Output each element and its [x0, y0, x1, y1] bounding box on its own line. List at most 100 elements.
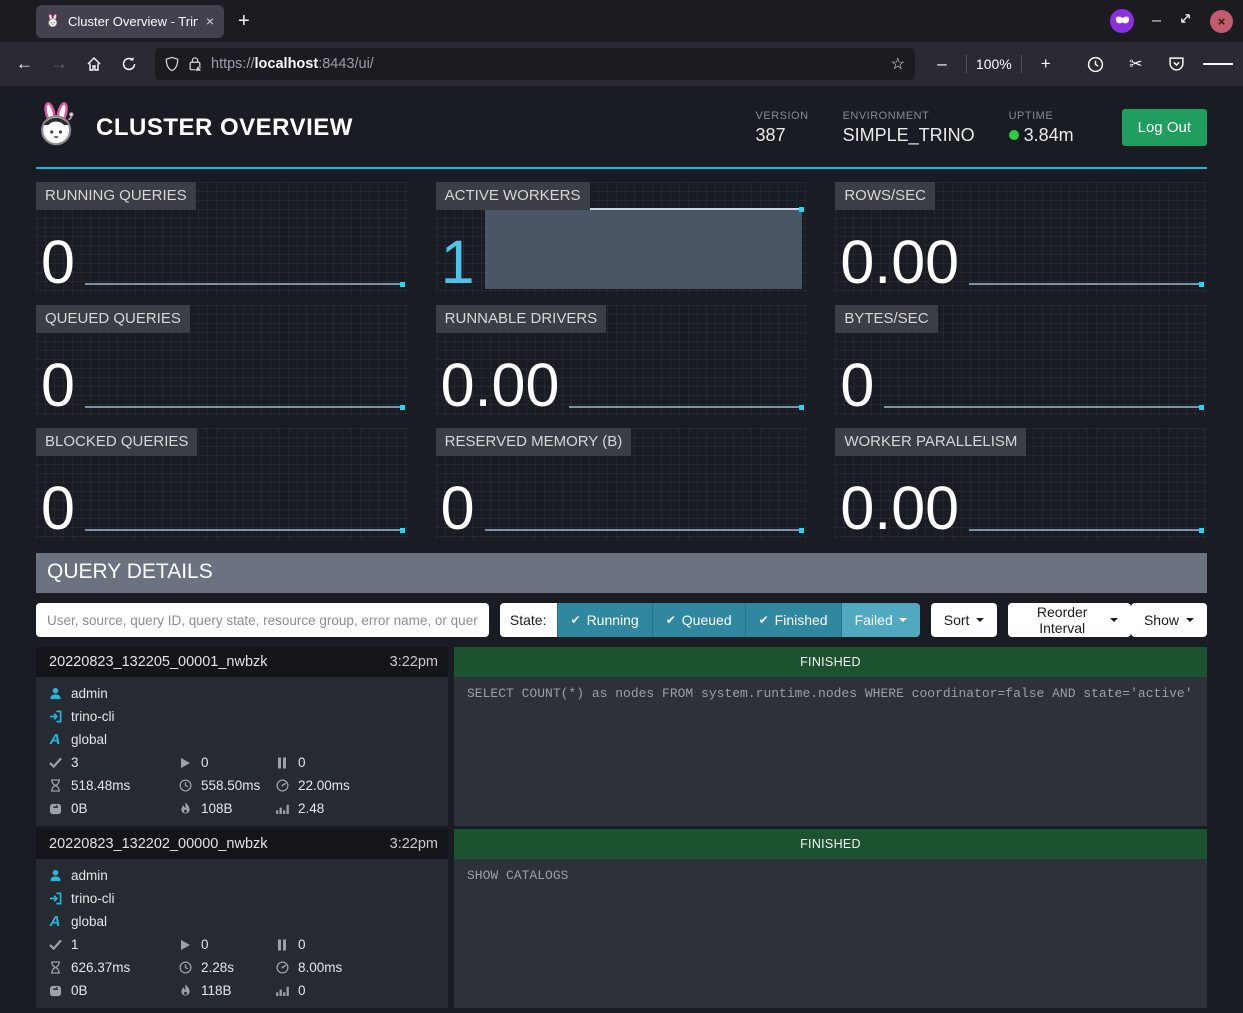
browser-tab[interactable]: Cluster Overview - Trino × — [36, 5, 224, 38]
state-button-label: Failed — [855, 612, 893, 628]
shield-icon[interactable] — [165, 56, 179, 72]
sort-dropdown[interactable]: Sort — [931, 603, 998, 637]
query-row: 20220823_132205_00001_nwbzk 3:22pm FINIS… — [36, 647, 1207, 826]
cpu-time: 22.00ms — [298, 778, 350, 793]
metric-value: 1 — [441, 234, 485, 290]
state-button-label: Finished — [775, 612, 828, 628]
version-value: 387 — [756, 125, 809, 146]
current-memory-icon — [48, 803, 62, 815]
state-filter-queued[interactable]: ✔ Queued — [652, 603, 745, 637]
url-text[interactable]: https://localhost:8443/ui/ — [211, 56, 374, 72]
back-icon[interactable]: ← — [10, 49, 39, 79]
show-dropdown[interactable]: Show — [1131, 603, 1207, 637]
parallelism: 2.48 — [298, 801, 324, 816]
sparkline — [85, 212, 405, 290]
lock-warning-icon[interactable] — [188, 56, 202, 72]
divider — [966, 55, 967, 73]
wall-time: 518.48ms — [71, 778, 130, 793]
splits-completed-icon — [48, 757, 62, 768]
zoom-in-icon[interactable]: + — [1031, 49, 1061, 79]
splits-queued-icon — [275, 757, 289, 769]
tab-close-icon[interactable]: × — [206, 13, 214, 29]
splits-completed-icon — [48, 939, 62, 950]
state-filter-finished[interactable]: ✔ Finished — [745, 603, 841, 637]
menu-hamburger-icon[interactable] — [1203, 49, 1233, 79]
url-bar[interactable]: https://localhost:8443/ui/ ☆ — [155, 48, 915, 80]
metric-value: 0.00 — [840, 480, 969, 536]
metric-bytes-sec: 0 BYTES/SEC — [835, 305, 1207, 417]
query-search-input[interactable] — [36, 603, 489, 637]
restore-button[interactable] — [1179, 12, 1192, 30]
private-browsing-icon — [1110, 9, 1134, 33]
new-tab-button[interactable]: + — [238, 10, 250, 33]
cumulative-memory-flame-icon — [178, 802, 192, 815]
user-icon — [48, 687, 62, 700]
query-resource-group: global — [71, 732, 107, 747]
metric-value: 0 — [41, 234, 85, 290]
caret-down-icon — [899, 618, 907, 622]
history-clock-icon[interactable] — [1081, 49, 1110, 79]
splits-running-icon — [178, 939, 192, 951]
splits-running: 0 — [201, 937, 209, 952]
source-login-icon — [48, 710, 62, 723]
zoom-level[interactable]: 100% — [976, 56, 1012, 72]
metric-label: RUNNABLE DRIVERS — [436, 305, 607, 333]
screenshot-scissors-icon[interactable]: ✂ — [1121, 49, 1150, 79]
minimize-button[interactable]: – — [1152, 12, 1161, 30]
metric-value: 0 — [41, 480, 85, 536]
sparkline — [969, 458, 1204, 536]
metric-value: 0 — [441, 480, 485, 536]
home-icon[interactable] — [80, 49, 109, 79]
check-icon: ✔ — [666, 613, 676, 627]
query-id-link[interactable]: 20220823_132202_00000_nwbzk — [49, 836, 268, 852]
resource-group-icon: A — [48, 731, 62, 748]
metric-label: BYTES/SEC — [835, 305, 937, 333]
sort-label: Sort — [944, 612, 970, 628]
uptime-stat: UPTIME 3.84m — [1009, 110, 1074, 146]
query-text: SHOW CATALOGS — [454, 859, 1207, 1008]
sparkline — [485, 212, 805, 290]
query-id-link[interactable]: 20220823_132205_00001_nwbzk — [49, 654, 268, 670]
state-button-label: Running — [587, 612, 639, 628]
forward-icon[interactable]: → — [45, 49, 74, 79]
metric-value: 0 — [41, 357, 85, 413]
environment-stat: ENVIRONMENT SIMPLE_TRINO — [843, 110, 975, 146]
state-filter-failed-dropdown[interactable]: Failed — [841, 603, 920, 637]
current-memory: 0B — [71, 801, 88, 816]
logout-button[interactable]: Log Out — [1122, 109, 1207, 146]
elapsed-time: 558.50ms — [201, 778, 260, 793]
uptime-label: UPTIME — [1009, 110, 1074, 122]
parallelism-bars-icon — [275, 803, 289, 814]
query-source: trino-cli — [71, 709, 115, 724]
metric-value: 0.00 — [840, 234, 969, 290]
check-icon: ✔ — [759, 613, 769, 627]
splits-completed: 3 — [71, 755, 79, 770]
elapsed-clock-icon — [178, 779, 192, 792]
metric-rows-sec: 0.00 ROWS/SEC — [835, 182, 1207, 294]
close-window-button[interactable]: × — [1210, 10, 1233, 33]
splits-running-icon — [178, 757, 192, 769]
query-text: SELECT COUNT(*) as nodes FROM system.run… — [454, 677, 1207, 826]
bookmark-star-icon[interactable]: ☆ — [891, 54, 905, 74]
metric-value: 0.00 — [441, 357, 570, 413]
reload-icon[interactable] — [114, 49, 143, 79]
elapsed-time: 2.28s — [201, 960, 234, 975]
state-button-label: Queued — [682, 612, 732, 628]
cumulative-memory-flame-icon — [178, 984, 192, 997]
reorder-interval-dropdown[interactable]: Reorder Interval — [1008, 603, 1131, 637]
state-filter-running[interactable]: ✔Running — [557, 603, 652, 637]
pocket-icon[interactable] — [1162, 49, 1191, 79]
zoom-out-icon[interactable]: – — [927, 49, 957, 79]
sparkline — [85, 335, 405, 413]
parallelism: 0 — [298, 983, 306, 998]
caret-down-icon — [1110, 618, 1118, 622]
environment-value: SIMPLE_TRINO — [843, 125, 975, 146]
query-time: 3:22pm — [390, 836, 438, 852]
query-header: 20220823_132202_00000_nwbzk 3:22pm — [36, 829, 448, 859]
source-login-icon — [48, 892, 62, 905]
query-source: trino-cli — [71, 891, 115, 906]
metric-label: ROWS/SEC — [835, 182, 935, 210]
sparkline — [969, 212, 1204, 290]
environment-label: ENVIRONMENT — [843, 110, 975, 122]
metric-blocked-queries: 0 BLOCKED QUERIES — [36, 428, 408, 540]
